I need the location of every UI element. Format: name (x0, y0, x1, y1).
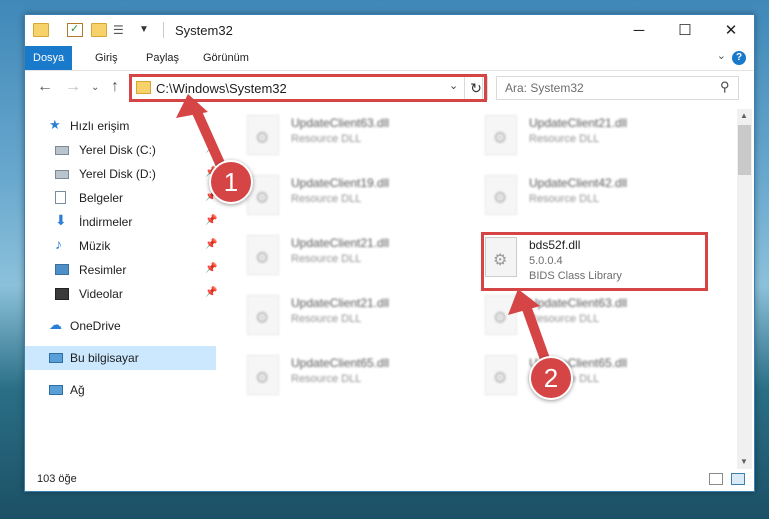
arrow-1-shaft (191, 105, 227, 173)
annotation-arrows (176, 94, 551, 367)
callout-badge-1: 1 (209, 160, 253, 204)
arrow-2-shaft (521, 301, 551, 367)
callout-badge-2: 2 (529, 356, 573, 400)
